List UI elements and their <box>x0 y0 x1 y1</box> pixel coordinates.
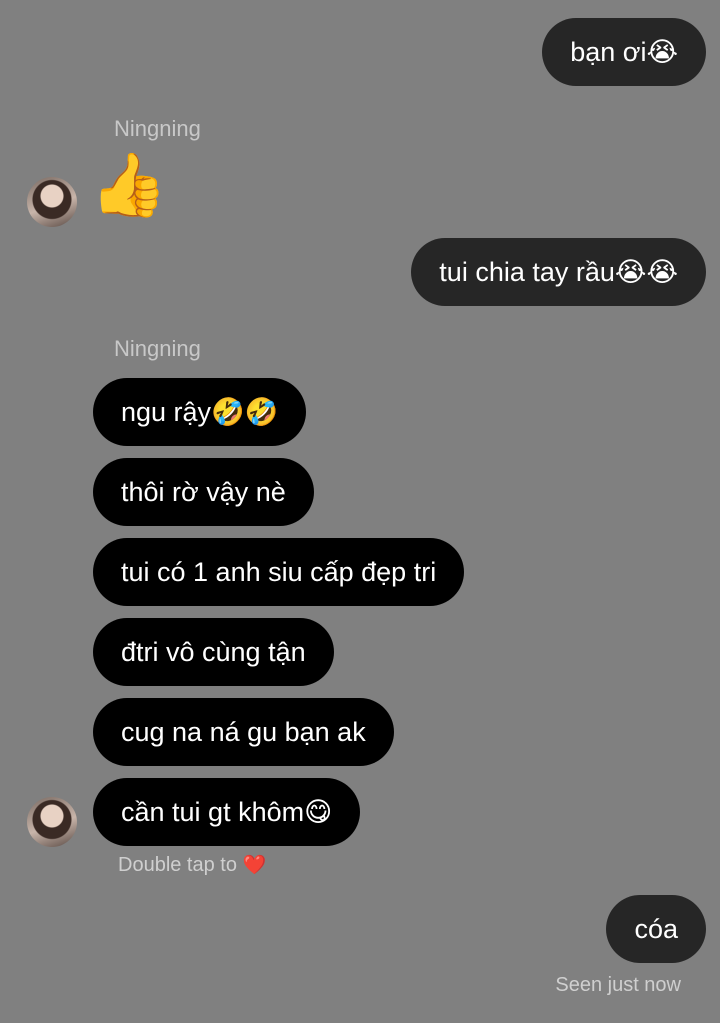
message-text: tui có 1 anh siu cấp đẹp tri <box>121 556 437 587</box>
message-text: ngu rậy🤣🤣 <box>121 397 279 427</box>
avatar[interactable] <box>27 177 77 227</box>
sender-name: Ningning <box>114 116 201 141</box>
message-text: tui chia tay rầu😭😭 <box>439 256 678 287</box>
message-text: cóa <box>634 913 678 944</box>
message-text: cần tui gt khôm😋 <box>121 796 333 827</box>
double-tap-text: Double tap to <box>118 854 237 876</box>
message-text: đtri vô cùng tận <box>121 636 306 667</box>
message-bubble-received[interactable]: cần tui gt khôm😋 <box>93 778 361 846</box>
seen-status: Seen just now <box>555 974 681 996</box>
sender-name: Ningning <box>114 336 201 361</box>
double-tap-hint: Double tap to ❤️ <box>118 853 266 877</box>
heart-icon: ❤️ <box>242 855 267 876</box>
message-bubble-sent[interactable]: bạn ơi😭 <box>542 18 706 86</box>
message-text: cug na ná gu bạn ak <box>121 716 366 747</box>
message-bubble-received[interactable]: ngu rậy🤣🤣 <box>93 378 307 446</box>
message-bubble-received[interactable]: tui có 1 anh siu cấp đẹp tri <box>93 538 465 606</box>
message-text: thôi rờ vậy nè <box>121 476 286 507</box>
message-bubble-sent[interactable]: tui chia tay rầu😭😭 <box>411 238 706 306</box>
message-bubble-received[interactable]: thôi rờ vậy nè <box>93 458 314 526</box>
message-bubble-received[interactable]: đtri vô cùng tận <box>93 618 334 686</box>
thumbs-up-emoji-message[interactable]: 👍 <box>90 155 167 217</box>
message-bubble-received[interactable]: cug na ná gu bạn ak <box>93 698 394 766</box>
message-bubble-sent[interactable]: cóa <box>606 895 706 963</box>
avatar[interactable] <box>27 797 77 847</box>
message-text: bạn ơi😭 <box>570 36 678 67</box>
